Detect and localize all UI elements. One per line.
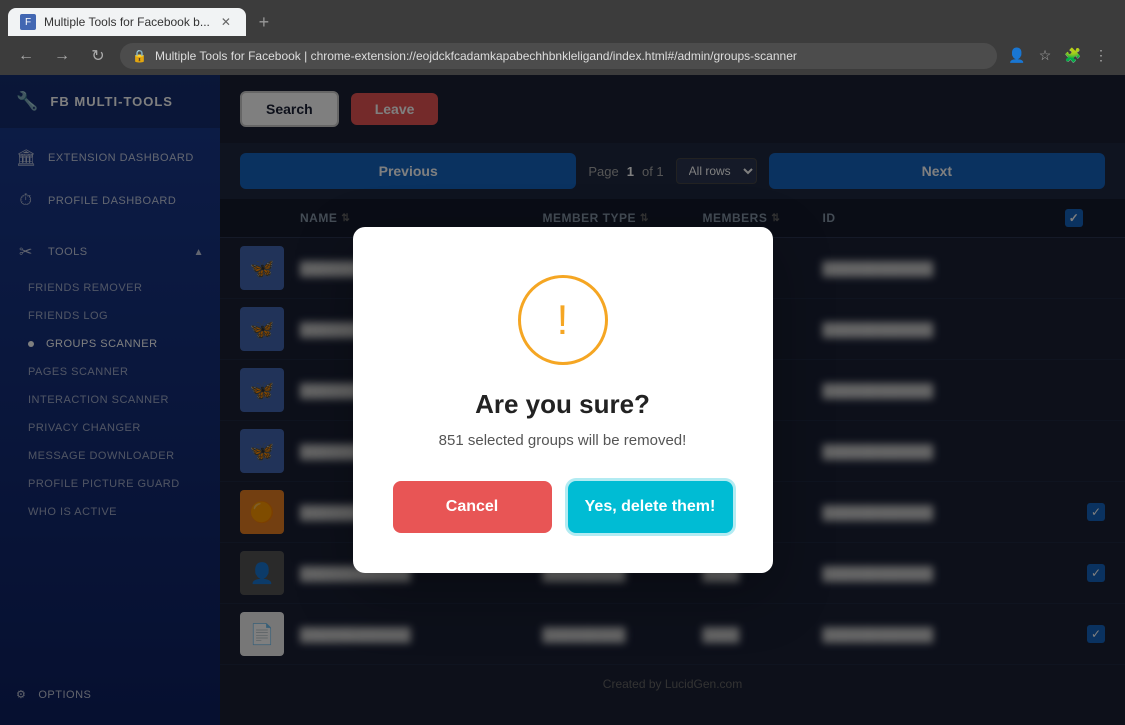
address-bar[interactable]: 🔒 Multiple Tools for Facebook | chrome-e… — [120, 43, 997, 69]
modal-buttons: Cancel Yes, delete them! — [393, 481, 733, 533]
browser-chrome: F Multiple Tools for Facebook b... ✕ + ←… — [0, 0, 1125, 75]
exclamation-icon: ! — [557, 299, 569, 341]
profile-button[interactable]: 👤 — [1005, 44, 1029, 68]
warning-icon-circle: ! — [518, 275, 608, 365]
back-button[interactable]: ← — [12, 42, 40, 70]
extension-button[interactable]: 🧩 — [1061, 44, 1085, 68]
browser-actions: 👤 ☆ 🧩 ⋮ — [1005, 44, 1113, 68]
tab-title: Multiple Tools for Facebook b... — [44, 15, 210, 29]
app-container: 🔧 FB MULTI-TOOLS 🏛 EXTENSION DASHBOARD ⏱… — [0, 75, 1125, 725]
tab-favicon: F — [20, 14, 36, 30]
tab-close-button[interactable]: ✕ — [218, 14, 234, 30]
modal-title: Are you sure? — [475, 389, 650, 420]
forward-button[interactable]: → — [48, 42, 76, 70]
confirm-delete-button[interactable]: Yes, delete them! — [568, 481, 733, 533]
security-icon: 🔒 — [132, 49, 147, 63]
menu-button[interactable]: ⋮ — [1089, 44, 1113, 68]
modal-overlay: ! Are you sure? 851 selected groups will… — [0, 75, 1125, 725]
new-tab-button[interactable]: + — [250, 8, 278, 36]
cancel-button[interactable]: Cancel — [393, 481, 552, 533]
browser-bar: ← → ↻ 🔒 Multiple Tools for Facebook | ch… — [0, 36, 1125, 75]
star-button[interactable]: ☆ — [1033, 44, 1057, 68]
modal-message-text: 851 selected groups will be removed! — [439, 432, 687, 449]
reload-button[interactable]: ↻ — [84, 42, 112, 70]
active-tab[interactable]: F Multiple Tools for Facebook b... ✕ — [8, 8, 246, 36]
modal-message: 851 selected groups will be removed! — [439, 432, 687, 449]
address-text: Multiple Tools for Facebook | chrome-ext… — [155, 49, 797, 63]
confirmation-modal: ! Are you sure? 851 selected groups will… — [353, 227, 773, 573]
browser-tabs: F Multiple Tools for Facebook b... ✕ + — [0, 0, 1125, 36]
